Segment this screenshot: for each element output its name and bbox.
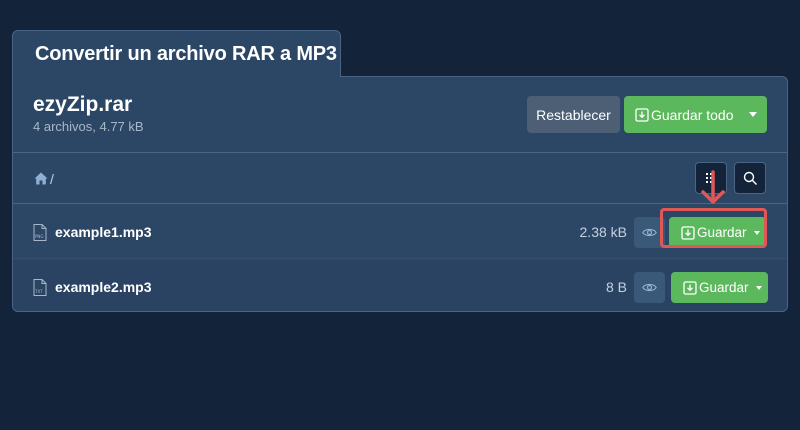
archive-panel: ezyZip.rar 4 archivos, 4.77 kB Restablec…	[12, 76, 788, 312]
eye-icon	[642, 283, 657, 292]
preview-button[interactable]	[634, 272, 665, 303]
search-icon	[743, 171, 757, 185]
highlight-box	[660, 208, 767, 248]
save-dropdown[interactable]	[749, 272, 768, 303]
home-icon[interactable]	[34, 172, 48, 185]
file-size: 8 B	[605, 279, 627, 295]
file-icon: TXT	[33, 279, 47, 296]
save-label: Guardar	[699, 280, 749, 295]
file-row[interactable]: TXT example2.mp3 8 B Guardar	[13, 260, 787, 311]
save-main[interactable]: Guardar	[671, 272, 749, 303]
caret-down-icon	[755, 285, 762, 290]
page-title-tab: Convertir un archivo RAR a MP3	[12, 30, 341, 77]
archive-name: ezyZip.rar	[33, 93, 133, 116]
file-name[interactable]: example2.mp3	[55, 279, 152, 295]
archive-header: ezyZip.rar 4 archivos, 4.77 kB Restablec…	[13, 77, 787, 153]
file-icon: PNG	[33, 224, 47, 241]
save-all-button[interactable]: Guardar todo	[624, 96, 767, 133]
save-all-dropdown[interactable]	[738, 96, 767, 133]
save-all-main[interactable]: Guardar todo	[624, 96, 738, 133]
breadcrumb-path[interactable]: /	[50, 171, 54, 187]
save-all-label: Guardar todo	[651, 106, 734, 123]
save-button[interactable]: Guardar	[671, 272, 768, 303]
eye-icon	[642, 228, 657, 237]
archive-info: 4 archivos, 4.77 kB	[33, 119, 144, 134]
page-title: Convertir un archivo RAR a MP3	[35, 42, 337, 65]
file-name[interactable]: example1.mp3	[55, 224, 152, 240]
reset-button[interactable]: Restablecer	[527, 96, 620, 133]
arrow-down-annotation	[701, 170, 725, 204]
download-icon	[635, 107, 649, 122]
caret-down-icon	[748, 112, 757, 117]
svg-text:PNG: PNG	[35, 234, 44, 239]
file-size: 2.38 kB	[579, 224, 627, 240]
search-button[interactable]	[734, 162, 766, 194]
tab-joint	[13, 75, 340, 78]
download-icon	[683, 280, 697, 295]
svg-text:TXT: TXT	[34, 289, 43, 294]
reset-button-label: Restablecer	[536, 106, 611, 123]
breadcrumb: /	[13, 153, 787, 204]
